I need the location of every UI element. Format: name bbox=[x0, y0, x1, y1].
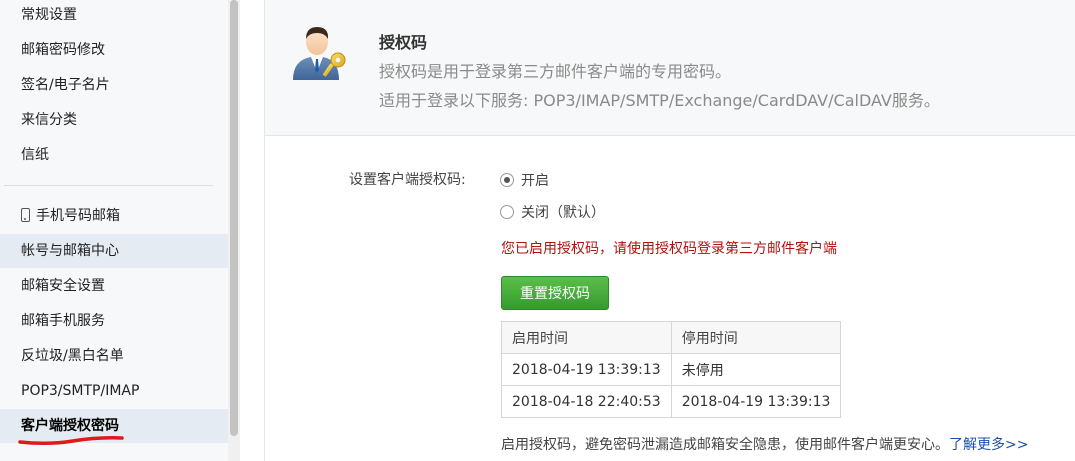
table-row: 2018-04-19 13:39:13 未停用 bbox=[501, 353, 842, 386]
sidebar-item-security[interactable]: 邮箱安全设置 bbox=[0, 269, 228, 303]
sidebar-item-spam[interactable]: 反垃圾/黑白名单 bbox=[0, 339, 228, 373]
table-cell: 2018-04-18 22:40:53 bbox=[501, 385, 672, 418]
header-services: 适用于登录以下服务: POP3/IMAP/SMTP/Exchange/CardD… bbox=[379, 91, 940, 110]
sidebar-item-mobile-service[interactable]: 邮箱手机服务 bbox=[0, 304, 228, 338]
sidebar-item-pop3[interactable]: POP3/SMTP/IMAP bbox=[0, 374, 228, 408]
table-header-row: 启用时间 停用时间 bbox=[501, 321, 842, 354]
sidebar-item-general[interactable]: 常规设置 bbox=[0, 0, 228, 32]
settings-sidebar: 常规设置 邮箱密码修改 签名/电子名片 来信分类 信纸 手机号码邮箱 帐号与邮箱… bbox=[0, 0, 228, 461]
table-cell: 2018-04-19 13:39:13 bbox=[670, 385, 842, 418]
auth-setting-label: 设置客户端授权码: bbox=[349, 172, 466, 188]
page-title: 授权码 bbox=[379, 33, 428, 52]
header-description: 授权码是用于登录第三方邮件客户端的专用密码。 bbox=[379, 62, 732, 81]
column-header-disabled: 停用时间 bbox=[670, 321, 842, 354]
radio-unchecked-icon[interactable] bbox=[500, 205, 514, 219]
radio-checked-icon[interactable] bbox=[500, 173, 514, 187]
main-panel: 授权码 授权码是用于登录第三方邮件客户端的专用密码。 适用于登录以下服务: PO… bbox=[264, 0, 1075, 461]
radio-enable[interactable]: 开启 bbox=[500, 170, 549, 190]
sidebar-item-label: 手机号码邮箱 bbox=[36, 208, 120, 224]
auth-header: 授权码 授权码是用于登录第三方邮件客户端的专用密码。 适用于登录以下服务: PO… bbox=[265, 0, 1075, 136]
user-key-icon bbox=[293, 27, 346, 80]
sidebar-scrollbar[interactable] bbox=[228, 0, 240, 461]
sidebar-item-mobile-mail[interactable]: 手机号码邮箱 bbox=[0, 199, 228, 233]
sidebar-divider bbox=[4, 185, 213, 186]
auth-history-table: 启用时间 停用时间 2018-04-19 13:39:13 未停用 2018-0… bbox=[501, 321, 842, 418]
radio-disable-label: 关闭（默认） bbox=[521, 205, 605, 221]
table-cell: 未停用 bbox=[670, 353, 842, 386]
sidebar-item-account-center[interactable]: 帐号与邮箱中心 bbox=[0, 234, 228, 268]
table-row: 2018-04-18 22:40:53 2018-04-19 13:39:13 bbox=[501, 385, 842, 418]
column-header-enabled: 启用时间 bbox=[501, 321, 672, 354]
reset-auth-code-button[interactable]: 重置授权码 bbox=[501, 276, 609, 310]
footer-note: 启用授权码，避免密码泄漏造成邮箱安全隐患，使用邮件客户端更安心。了解更多>> bbox=[501, 434, 1028, 454]
learn-more-link[interactable]: 了解更多>> bbox=[949, 437, 1028, 453]
sidebar-item-signature[interactable]: 签名/电子名片 bbox=[0, 68, 228, 102]
phone-icon bbox=[21, 208, 30, 222]
sidebar-item-password[interactable]: 邮箱密码修改 bbox=[0, 33, 228, 67]
radio-disable[interactable]: 关闭（默认） bbox=[500, 202, 605, 222]
radio-enable-label: 开启 bbox=[521, 173, 549, 189]
sidebar-item-filters[interactable]: 来信分类 bbox=[0, 103, 228, 137]
footer-note-text: 启用授权码，避免密码泄漏造成邮箱安全隐患，使用邮件客户端更安心。 bbox=[501, 437, 949, 453]
table-cell: 2018-04-19 13:39:13 bbox=[501, 353, 672, 386]
scrollbar-thumb[interactable] bbox=[230, 0, 238, 436]
red-underline-annotation bbox=[18, 436, 124, 446]
status-message: 您已启用授权码，请使用授权码登录第三方邮件客户端 bbox=[501, 241, 837, 257]
sidebar-item-stationery[interactable]: 信纸 bbox=[0, 138, 228, 172]
